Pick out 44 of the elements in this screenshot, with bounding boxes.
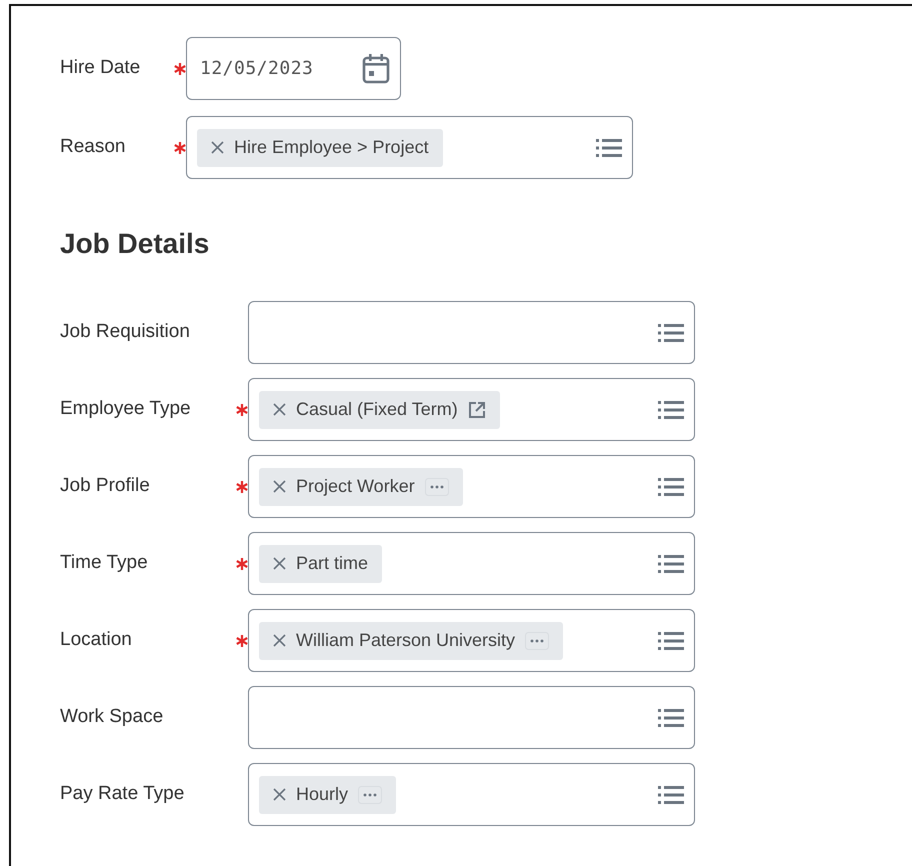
list-icon[interactable] (596, 138, 622, 158)
field-label: Job Requisition (60, 320, 190, 344)
selected-chip[interactable]: Project Worker (259, 468, 463, 506)
prompt-field[interactable]: Part time (248, 532, 695, 595)
remove-icon[interactable] (273, 634, 286, 647)
list-icon[interactable] (658, 554, 684, 574)
field-label: Job Profile (60, 474, 150, 498)
selected-chip[interactable]: Part time (259, 544, 382, 582)
field-label: Employee Type (60, 397, 191, 422)
section-heading: Job Details (60, 227, 210, 261)
list-icon[interactable] (658, 708, 684, 728)
field-label: Location (60, 628, 132, 652)
remove-icon[interactable] (211, 141, 224, 154)
list-icon[interactable] (658, 476, 684, 496)
calendar-icon[interactable] (362, 54, 390, 84)
remove-icon[interactable] (273, 480, 286, 493)
prompt-field[interactable]: Hourly (248, 763, 695, 826)
list-icon[interactable] (658, 322, 684, 342)
selected-chip[interactable]: Hourly (259, 776, 396, 814)
prompt-field[interactable] (248, 686, 695, 749)
prompt-field[interactable]: Project Worker (248, 455, 695, 518)
prompt-field[interactable]: Casual (Fixed Term) (248, 378, 695, 441)
field-label: Work Space (60, 705, 164, 730)
more-icon[interactable] (358, 786, 382, 804)
selected-chip[interactable]: William Paterson University (259, 622, 564, 660)
remove-icon[interactable] (273, 557, 286, 570)
remove-icon[interactable] (273, 788, 286, 801)
field-label: Hire Date (60, 56, 140, 80)
prompt-field[interactable]: William Paterson University (248, 609, 695, 672)
list-icon[interactable] (658, 784, 684, 804)
more-icon[interactable] (424, 478, 449, 496)
more-icon[interactable] (525, 632, 550, 650)
selected-chip[interactable]: Casual (Fixed Term) (259, 390, 500, 428)
field-label: Reason (60, 135, 126, 160)
list-icon[interactable] (658, 630, 684, 650)
prompt-field[interactable] (248, 301, 695, 364)
external-link-icon[interactable] (468, 400, 486, 418)
date-field[interactable]: 12/05/2023 (186, 37, 401, 100)
list-icon[interactable] (658, 400, 684, 420)
prompt-field[interactable]: Hire Employee > Project (186, 116, 633, 179)
field-label: Time Type (60, 551, 148, 576)
remove-icon[interactable] (273, 403, 286, 416)
field-label: Pay Rate Type (60, 782, 184, 806)
selected-chip[interactable]: Hire Employee > Project (197, 128, 443, 166)
